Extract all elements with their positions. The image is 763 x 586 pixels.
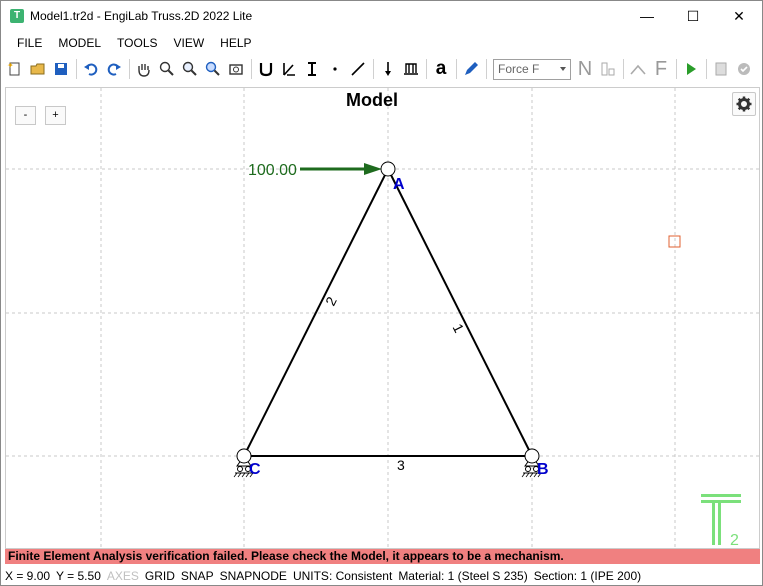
error-message: Finite Element Analysis verification fai…	[5, 549, 760, 564]
status-section[interactable]: Section: 1 (IPE 200)	[534, 569, 641, 583]
node-label-c: C	[249, 461, 261, 478]
open-file-icon[interactable]	[27, 58, 49, 80]
menu-model[interactable]: MODEL	[50, 33, 109, 53]
node-label-b: B	[537, 461, 549, 478]
status-snap-toggle[interactable]: SNAP	[181, 569, 214, 583]
status-units[interactable]: UNITS: Consistent	[293, 569, 392, 583]
settings-button[interactable]	[732, 92, 756, 116]
new-file-icon[interactable]: ✦	[4, 58, 26, 80]
chevron-down-icon	[560, 66, 566, 71]
toolbar-separator	[129, 59, 130, 79]
selection-marker[interactable]	[668, 235, 681, 248]
undo-icon[interactable]	[80, 58, 102, 80]
maximize-button[interactable]: ☐	[670, 1, 716, 31]
zoom-out-button[interactable]: -	[15, 106, 36, 125]
load-value: 100.00	[248, 162, 297, 179]
menu-file[interactable]: FILE	[9, 33, 50, 53]
title-bar: T Model1.tr2d - EngiLab Truss.2D 2022 Li…	[1, 1, 762, 31]
toolbar-separator	[456, 59, 457, 79]
close-button[interactable]: ✕	[716, 1, 762, 31]
status-material[interactable]: Material: 1 (Steel S 235)	[398, 569, 527, 583]
material-icon[interactable]	[278, 58, 300, 80]
toolbar-separator	[706, 59, 707, 79]
status-bar: X = 9.00 Y = 5.50 AXES GRID SNAP SNAPNOD…	[1, 567, 762, 585]
camera-icon[interactable]	[225, 58, 247, 80]
section-icon[interactable]	[301, 58, 323, 80]
node-label-a: A	[393, 176, 405, 193]
text-icon[interactable]: a	[430, 58, 452, 80]
redo-icon[interactable]	[103, 58, 125, 80]
element-label-1: 1	[450, 321, 468, 335]
status-y: Y = 5.50	[56, 569, 101, 583]
element-icon[interactable]	[347, 58, 369, 80]
truss-drawing: A B C 1 2 3 100.00 2	[233, 161, 741, 549]
toolbar-separator	[373, 59, 374, 79]
element-label-3: 3	[397, 457, 405, 473]
load-type-select[interactable]: Force F	[493, 58, 571, 80]
truss2d-logo: 2	[701, 494, 741, 549]
app-window: T Model1.tr2d - EngiLab Truss.2D 2022 Li…	[0, 0, 763, 586]
app-icon: T	[10, 9, 24, 23]
load-arrow[interactable]	[300, 163, 382, 175]
toolbar-separator	[251, 59, 252, 79]
pan-icon[interactable]	[133, 58, 155, 80]
pencil-icon[interactable]	[460, 58, 482, 80]
node-icon[interactable]	[324, 58, 346, 80]
toolbar-separator	[486, 59, 487, 79]
zoom-extents-icon[interactable]	[202, 58, 224, 80]
units-icon[interactable]	[255, 58, 277, 80]
save-icon[interactable]	[50, 58, 72, 80]
support-icon[interactable]	[400, 58, 422, 80]
run-icon[interactable]	[680, 58, 702, 80]
menu-tools[interactable]: TOOLS	[109, 33, 165, 53]
deformed-shape-icon[interactable]	[627, 58, 649, 80]
node-numbers-icon[interactable]	[597, 58, 619, 80]
load-icon[interactable]	[377, 58, 399, 80]
element-label-2: 2	[322, 294, 340, 308]
toolbar-separator	[426, 59, 427, 79]
toolbar-separator	[76, 59, 77, 79]
menu-bar: FILE MODEL TOOLS VIEW HELP	[1, 33, 260, 53]
report-icon[interactable]	[710, 58, 732, 80]
model-canvas[interactable]: A B C 1 2 3 100.00 2 - + Model	[5, 87, 760, 549]
node-a[interactable]	[380, 161, 396, 177]
check-icon[interactable]	[733, 58, 755, 80]
window-title: Model1.tr2d - EngiLab Truss.2D 2022 Lite	[30, 9, 253, 23]
svg-text:✦: ✦	[7, 61, 14, 70]
canvas-title: Model	[346, 90, 398, 110]
toolbar: ✦ a Force F N F	[1, 55, 762, 83]
status-x: X = 9.00	[5, 569, 51, 583]
toolbar-separator	[623, 59, 624, 79]
menu-view[interactable]: VIEW	[166, 33, 213, 53]
zoom-in-icon[interactable]	[156, 58, 178, 80]
menu-help[interactable]: HELP	[212, 33, 259, 53]
element-2[interactable]	[243, 168, 389, 457]
element-1[interactable]	[387, 168, 533, 457]
gear-icon	[736, 96, 752, 112]
status-snapnode-toggle[interactable]: SNAPNODE	[220, 569, 287, 583]
toolbar-separator	[676, 59, 677, 79]
zoom-in-button[interactable]: +	[45, 106, 66, 125]
status-grid-toggle[interactable]: GRID	[145, 569, 175, 583]
zoom-window-icon[interactable]	[179, 58, 201, 80]
minimize-button[interactable]: —	[624, 1, 670, 31]
forces-icon[interactable]: F	[650, 58, 672, 80]
logo-subscript: 2	[730, 532, 739, 549]
normal-force-icon[interactable]: N	[574, 58, 596, 80]
status-axes-toggle[interactable]: AXES	[107, 569, 139, 583]
